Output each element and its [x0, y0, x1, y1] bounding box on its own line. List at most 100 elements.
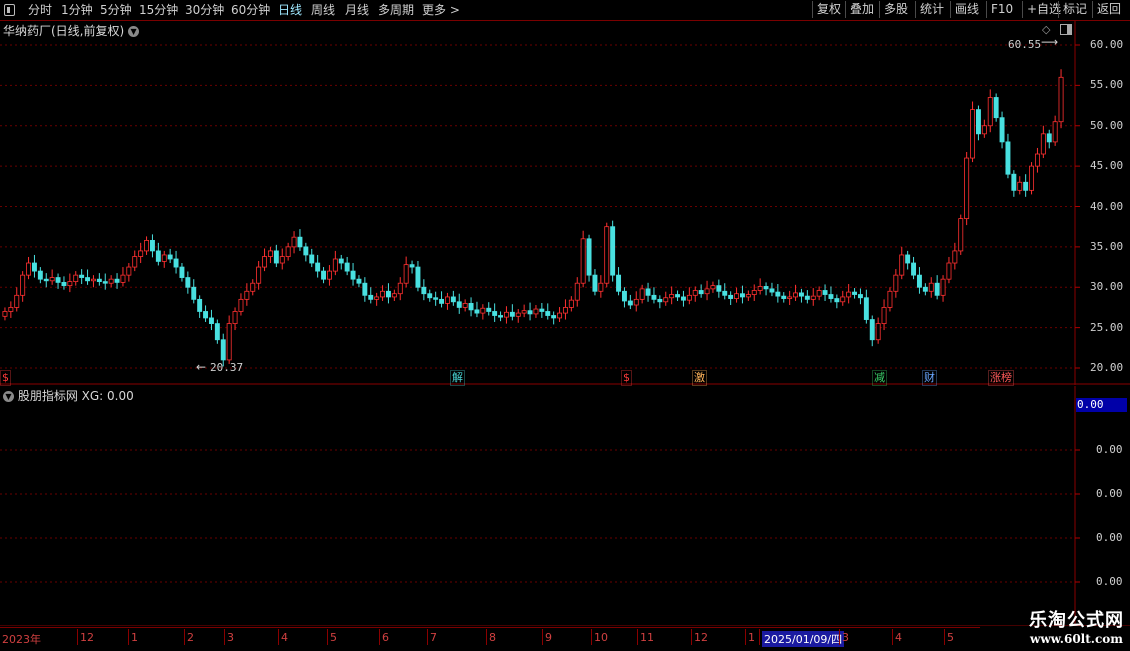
candle-body	[73, 274, 79, 282]
candle-body	[138, 250, 144, 257]
candle-body	[616, 274, 622, 292]
fuquan-button[interactable]: 复权	[812, 1, 845, 18]
timeline-tick	[278, 629, 279, 645]
price-axis: 60.00 55.00 50.00 45.00 40.00 35.00 30.00 25.00…	[1076, 21, 1130, 385]
timeline-label: 3	[842, 631, 849, 644]
event-marker[interactable]: 涨榜	[988, 370, 1014, 386]
candle-body	[940, 278, 946, 296]
price-tick-label: 45.00	[1090, 159, 1124, 173]
candle-body	[739, 293, 745, 298]
draw-line-button[interactable]: 画线	[950, 1, 983, 18]
candle-body	[262, 256, 268, 268]
candle-body	[639, 288, 645, 300]
candle-body	[958, 218, 964, 252]
period-tab-60min[interactable]: 60分钟	[231, 2, 270, 18]
candle-body	[232, 311, 238, 324]
period-tab-weekly[interactable]: 周线	[311, 2, 335, 18]
timeline-tick	[637, 629, 638, 645]
candle-body	[698, 290, 704, 295]
candle-body	[332, 258, 338, 272]
multi-stock-button[interactable]: 多股	[879, 1, 912, 18]
candle-body	[96, 278, 102, 282]
overlay-button[interactable]: 叠加	[845, 1, 878, 18]
candle-body	[515, 312, 521, 317]
timeline-label: 6	[382, 631, 389, 644]
candle-body	[338, 258, 344, 264]
candle-body	[144, 240, 150, 252]
period-tab-1min[interactable]: 1分钟	[61, 2, 93, 18]
timeline-label: 2	[187, 631, 194, 644]
candle-body	[244, 290, 250, 300]
candle-body	[545, 311, 551, 316]
event-marker[interactable]: $	[621, 370, 632, 386]
candle-body	[763, 286, 769, 290]
candle-body	[285, 246, 291, 257]
timeline-label: 1	[748, 631, 755, 644]
timeline-label: 4	[281, 631, 288, 644]
candle-body	[887, 290, 893, 308]
period-tab-5min[interactable]: 5分钟	[100, 2, 132, 18]
candle-body	[173, 258, 179, 268]
stats-button[interactable]: 统计	[915, 1, 948, 18]
candle-body	[669, 294, 675, 299]
candle-body	[1023, 181, 1029, 191]
candle-body	[486, 307, 492, 312]
candle-body	[444, 296, 450, 304]
candle-body	[2, 311, 8, 317]
date-timeline[interactable]: 2023年 12 1 2 3 4 5 6 7 8 9 10 11 12 1 2025/01/09/四 3 4 5	[0, 627, 980, 651]
back-button[interactable]: 返回	[1092, 1, 1125, 18]
candle-body	[1017, 181, 1023, 191]
candle-body	[250, 282, 256, 292]
candle-body	[8, 307, 14, 312]
mark-button[interactable]: 标记	[1058, 1, 1091, 18]
candle-body	[840, 296, 846, 303]
candle-body	[49, 277, 55, 282]
candle-body	[191, 286, 197, 300]
high-arrow-icon: ⟶	[1041, 35, 1059, 49]
candle-body	[226, 323, 232, 361]
candle-body	[321, 270, 327, 280]
candle-body	[751, 290, 757, 295]
candle-body	[981, 125, 987, 135]
candle-body	[450, 296, 456, 303]
candle-body	[663, 297, 669, 303]
event-marker[interactable]: 解	[450, 370, 465, 386]
candle-body	[391, 293, 397, 298]
candle-body	[592, 274, 598, 292]
price-tick-label: 20.00	[1090, 361, 1124, 374]
timeline-label: 5	[330, 631, 337, 644]
event-marker[interactable]: 激	[692, 370, 707, 386]
candle-body	[645, 288, 651, 296]
event-marker[interactable]: $	[0, 370, 11, 386]
candle-body	[1052, 121, 1058, 143]
timeline-label: 10	[594, 631, 608, 644]
candle-body	[1058, 76, 1064, 123]
event-marker[interactable]: 财	[922, 370, 937, 386]
candle-body	[999, 117, 1005, 143]
candle-body	[273, 250, 279, 264]
candle-body	[256, 266, 262, 284]
indicator-chart[interactable]	[0, 386, 1130, 626]
candle-body	[574, 282, 580, 301]
period-tab-multi[interactable]: 多周期	[378, 2, 414, 18]
timeline-tick	[691, 629, 692, 645]
candle-body	[214, 323, 220, 341]
period-tab-15min[interactable]: 15分钟	[139, 2, 178, 18]
candle-body	[716, 285, 722, 292]
f10-button[interactable]: F10	[986, 1, 1017, 18]
candle-body	[557, 312, 563, 319]
price-tick-label: 35.00	[1090, 239, 1124, 253]
period-tab-monthly[interactable]: 月线	[345, 2, 369, 18]
candle-body	[315, 262, 321, 272]
indicator-tick-label: 0.00	[1096, 575, 1123, 588]
timeline-tick	[128, 629, 129, 645]
timeline-tick	[591, 629, 592, 645]
candle-body	[326, 270, 332, 280]
period-tab-fenshi[interactable]: 分时	[28, 2, 52, 18]
square-menu-icon[interactable]	[4, 4, 15, 16]
price-chart[interactable]	[0, 21, 1130, 385]
period-tab-30min[interactable]: 30分钟	[185, 2, 224, 18]
more-menu-button[interactable]: 更多 >	[422, 2, 460, 18]
period-tab-daily[interactable]: 日线	[278, 2, 302, 18]
event-marker[interactable]: 减	[872, 370, 887, 386]
